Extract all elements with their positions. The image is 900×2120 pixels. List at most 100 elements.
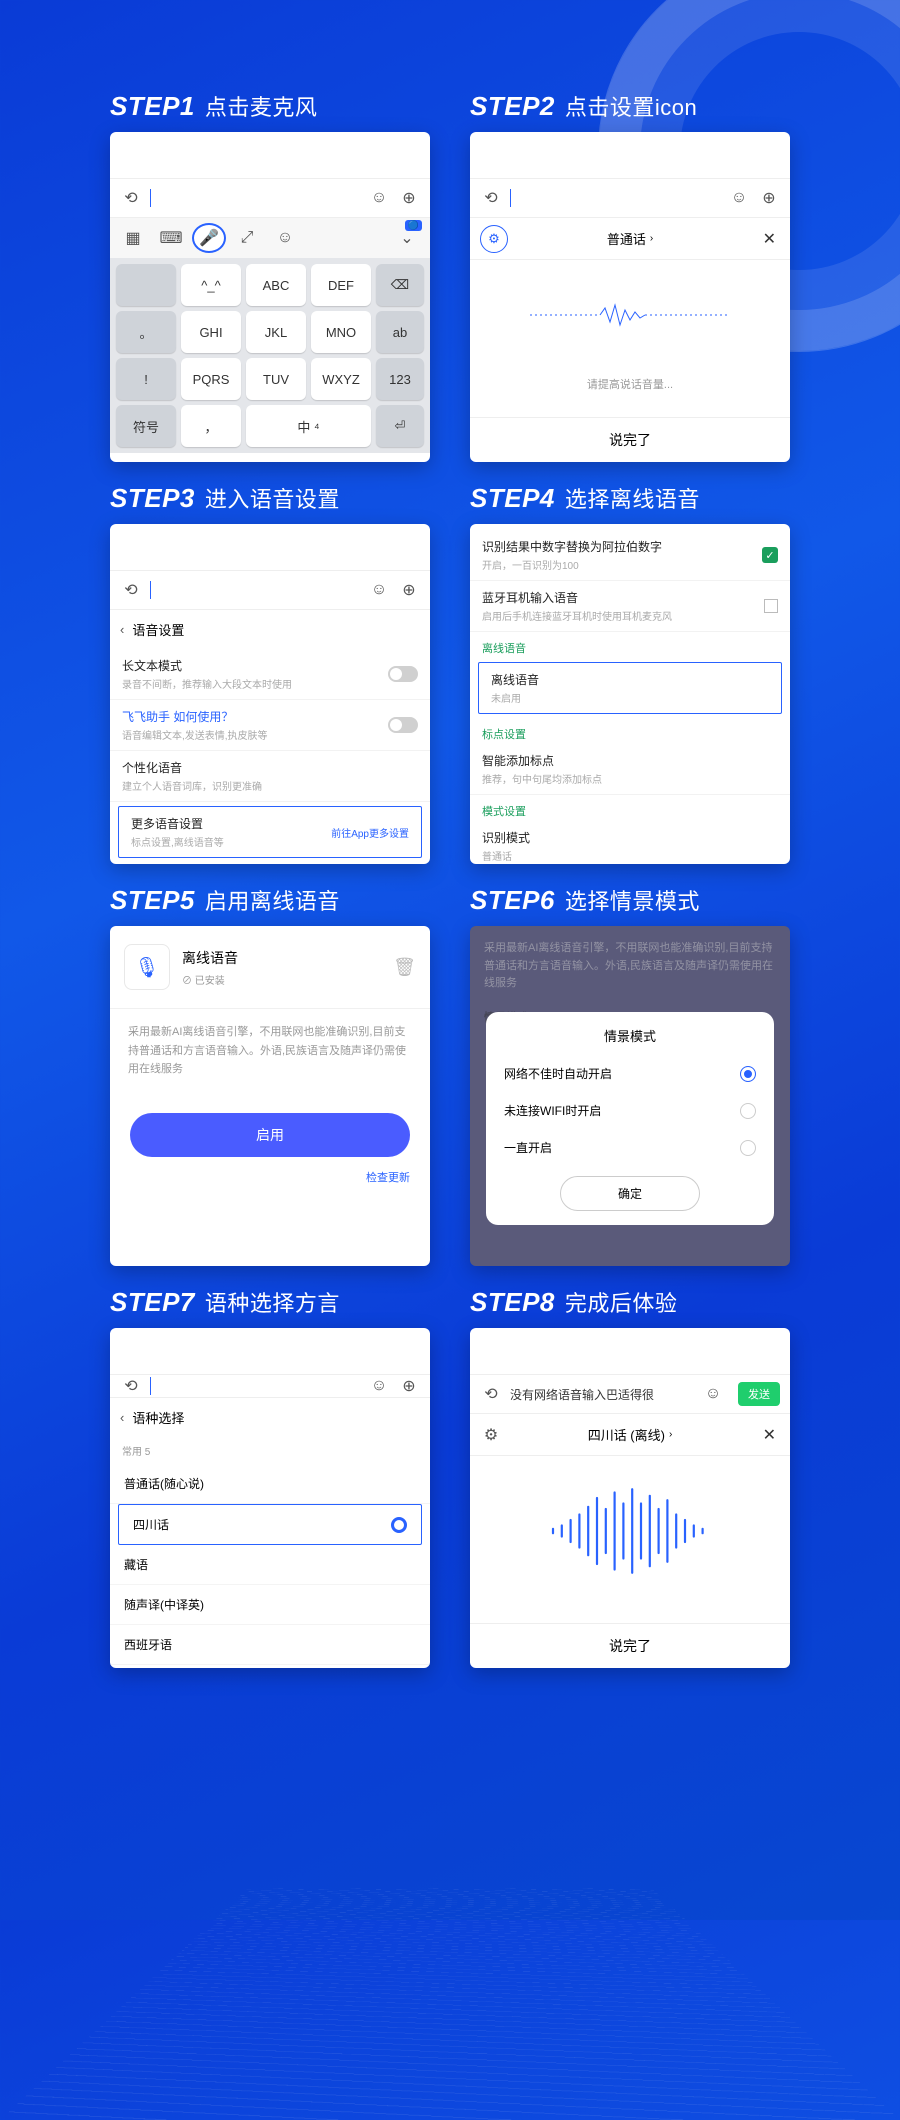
key[interactable]: WXYZ (311, 358, 371, 400)
speaker-icon[interactable]: ⟲ (480, 1383, 502, 1405)
setting-row[interactable]: 识别结果中数字替换为阿拉伯数字开启，一百识别为100✓ (470, 530, 790, 581)
move-icon[interactable]: ⤢ (230, 223, 264, 253)
key[interactable]: 。 (116, 311, 176, 353)
lang-option[interactable]: 普通话(随心说) (110, 1464, 430, 1504)
plus-icon[interactable]: ⊕ (398, 579, 420, 601)
done-button[interactable]: 说完了 (470, 1623, 790, 1668)
step-4: STEP4选择离线语音 识别结果中数字替换为阿拉伯数字开启，一百识别为100✓ … (470, 482, 790, 864)
close-icon[interactable]: ✕ (763, 1425, 776, 1445)
toolbar: ▦ ⌨ 🎤 ⤢ ☺ ⌄ 🔵 (110, 218, 430, 258)
lang-option[interactable]: 随声译(中译英) (110, 1585, 430, 1625)
option-row[interactable]: 一直开启 (486, 1129, 774, 1166)
waveform (470, 260, 790, 370)
text-cursor (150, 189, 151, 207)
key[interactable]: GHI (181, 311, 241, 353)
send-button[interactable]: 发送 (738, 1382, 780, 1406)
hint-text: 请提高说话音量... (470, 376, 790, 392)
checkbox-icon[interactable] (764, 599, 778, 613)
voice-lang-bar: ⚙ 普通话 › ✕ (470, 218, 790, 260)
key[interactable] (116, 264, 176, 306)
result-screen: ⟲ 没有网络语音输入巴适得很 ☺ 发送 ⚙ 四川话 (离线) › ✕ 说完了 (470, 1328, 790, 1668)
language-label[interactable]: 普通话 (607, 229, 646, 248)
lang-key[interactable]: 中 ⁴ (246, 405, 371, 447)
key[interactable]: PQRS (181, 358, 241, 400)
enable-offline-screen: 🎙 离线语音⊘ 已安装 🗑 采用最新AI离线语音引擎，不用联网也能准确识别,目前… (110, 926, 430, 1266)
symbol-key[interactable]: 符号 (116, 405, 176, 447)
gear-icon[interactable]: ⚙ (480, 1424, 502, 1446)
enable-button[interactable]: 启用 (130, 1113, 410, 1157)
setting-row[interactable]: 识别模式普通话 (470, 821, 790, 864)
toggle[interactable] (388, 666, 418, 682)
trash-icon[interactable]: 🗑 (393, 957, 416, 978)
modal-title: 情景模式 (486, 1026, 774, 1045)
plus-icon[interactable]: ⊕ (398, 1375, 420, 1397)
back-icon[interactable]: ‹ (120, 1410, 124, 1425)
lang-option[interactable]: 藏语 (110, 1545, 430, 1585)
waveform (470, 1456, 790, 1606)
emoji-icon[interactable]: ☺ (728, 187, 750, 209)
radio-icon (740, 1066, 756, 1082)
setting-row[interactable]: 智能添加标点推荐，句中句尾均添加标点 (470, 744, 790, 795)
backspace-key[interactable]: ⌫ (376, 264, 424, 306)
description: 采用最新AI离线语音引擎，不用联网也能准确识别,目前支持普通话和方言语音输入。外… (110, 1009, 430, 1093)
keyboard-icon[interactable]: ⌨ (154, 223, 188, 253)
toggle[interactable] (388, 717, 418, 733)
checkbox-icon[interactable]: ✓ (762, 547, 778, 563)
plus-icon[interactable]: ⊕ (758, 187, 780, 209)
confirm-button[interactable]: 确定 (560, 1176, 700, 1211)
mic-icon[interactable]: 🎤 (192, 223, 226, 253)
radio-icon (740, 1103, 756, 1119)
step-7: STEP7语种选择方言 ⟲ ☺ ⊕ ‹语种选择 常用 5 普通话(随心说) 四川… (110, 1286, 430, 1668)
lang-option[interactable]: 西班牙语 (110, 1625, 430, 1665)
emoji-icon[interactable]: ☺ (368, 187, 390, 209)
back-icon[interactable]: ‹ (120, 622, 124, 637)
step-3: STEP3进入语音设置 ⟲ ☺ ⊕ ‹语音设置 长文本模式录音不间断，推荐输入大… (110, 482, 430, 864)
modal: 情景模式 网络不佳时自动开启 未连接WIFI时开启 一直开启 确定 (486, 1012, 774, 1225)
key[interactable]: 123 (376, 358, 424, 400)
setting-row[interactable]: 飞飞助手 如何使用？语音编辑文本,发送表情,执皮肤等 (110, 700, 430, 751)
speaker-icon[interactable]: ⟲ (120, 1375, 142, 1397)
lang-option-selected[interactable]: 四川话 (118, 1504, 422, 1545)
key[interactable]: MNO (311, 311, 371, 353)
setting-row[interactable]: 长文本模式录音不间断，推荐输入大段文本时使用 (110, 649, 430, 700)
step-2: STEP2点击设置icon ⟲ ☺ ⊕ ⚙ 普通话 › ✕ 请提高说话音量...… (470, 90, 790, 462)
speaker-icon[interactable]: ⟲ (120, 579, 142, 601)
language-label[interactable]: 四川话 (离线) (588, 1425, 665, 1444)
more-settings-row[interactable]: 更多语音设置标点设置,离线语音等前往App更多设置 (118, 806, 422, 858)
scene-mode-screen: 采用最新AI离线语音引擎，不用联网也能准确识别,目前支持普通话和方言语音输入。外… (470, 926, 790, 1266)
key[interactable]: ab (376, 311, 424, 353)
setting-row[interactable]: 蓝牙耳机输入语音启用后手机连接蓝牙耳机时使用耳机麦克风 (470, 581, 790, 632)
key[interactable]: ^_^ (181, 264, 241, 306)
speaker-icon[interactable]: ⟲ (120, 187, 142, 209)
key[interactable]: TUV (246, 358, 306, 400)
recognized-text: 没有网络语音输入巴适得很 (510, 1386, 694, 1403)
grid-icon[interactable]: ▦ (116, 223, 150, 253)
key[interactable]: JKL (246, 311, 306, 353)
emoji-icon[interactable]: ☺ (368, 1375, 390, 1397)
offline-voice-row[interactable]: 离线语音未启用 (478, 662, 782, 714)
gear-icon[interactable]: ⚙ (480, 225, 508, 253)
key[interactable]: ABC (246, 264, 306, 306)
keyboard-screen: ⟲ ☺ ⊕ ▦ ⌨ 🎤 ⤢ ☺ ⌄ 🔵 ^_^ ABC DEF ⌫ 。 GHI … (110, 132, 430, 462)
step-6: STEP6选择情景模式 采用最新AI离线语音引擎，不用联网也能准确识别,目前支持… (470, 884, 790, 1266)
close-icon[interactable]: ✕ (763, 229, 776, 249)
key[interactable]: ， (181, 405, 241, 447)
option-row[interactable]: 未连接WIFI时开启 (486, 1092, 774, 1129)
offline-voice-list: 识别结果中数字替换为阿拉伯数字开启，一百识别为100✓ 蓝牙耳机输入语音启用后手… (470, 524, 790, 864)
setting-row[interactable]: 个性化语音建立个人语音词库，识别更准确 (110, 751, 430, 802)
group-label: 离线语音 (470, 632, 790, 658)
key[interactable]: ! (116, 358, 176, 400)
speaker-icon[interactable]: ⟲ (480, 187, 502, 209)
enter-key[interactable]: ⏎ (376, 405, 424, 447)
option-row[interactable]: 网络不佳时自动开启 (486, 1055, 774, 1092)
step-1: STEP1点击麦克风 ⟲ ☺ ⊕ ▦ ⌨ 🎤 ⤢ ☺ ⌄ 🔵 ^_^ ABC D… (110, 90, 430, 462)
smile-icon[interactable]: ☺ (268, 223, 302, 253)
plus-icon[interactable]: ⊕ (398, 187, 420, 209)
emoji-icon[interactable]: ☺ (368, 579, 390, 601)
done-button[interactable]: 说完了 (470, 417, 790, 462)
check-update-link[interactable]: 检查更新 (110, 1157, 430, 1197)
voice-screen: ⟲ ☺ ⊕ ⚙ 普通话 › ✕ 请提高说话音量... 说完了 (470, 132, 790, 462)
emoji-icon[interactable]: ☺ (702, 1383, 724, 1405)
section-header: ‹语音设置 (110, 610, 430, 649)
key[interactable]: DEF (311, 264, 371, 306)
